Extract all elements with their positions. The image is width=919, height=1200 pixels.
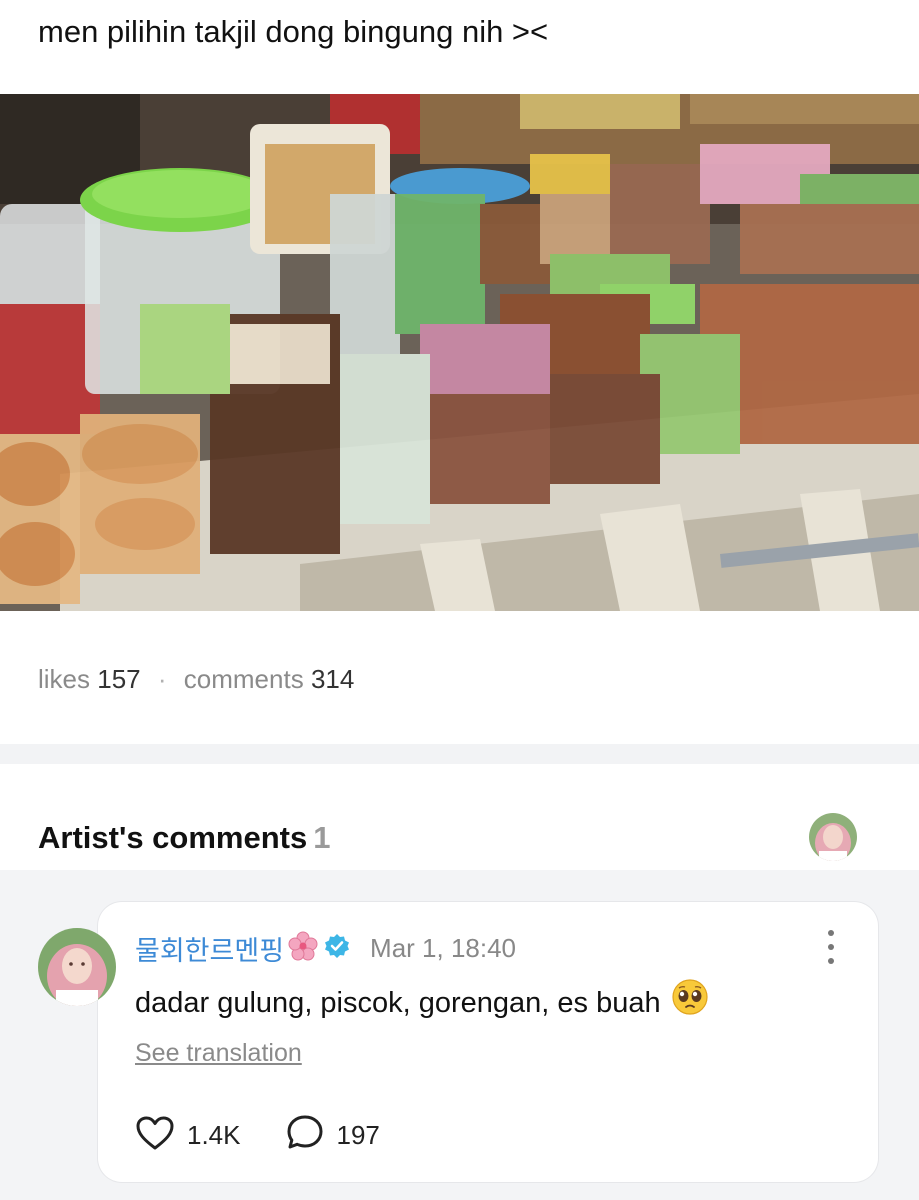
section-divider — [0, 744, 919, 764]
comments-label: comments — [183, 664, 304, 694]
comment-text: dadar gulung, piscok, gorengan, es buah — [135, 986, 661, 1019]
takjil-stall-image — [0, 94, 919, 611]
likes-label: likes — [38, 664, 91, 694]
artist-avatar-small[interactable] — [809, 813, 857, 861]
stats-separator: · — [157, 664, 167, 694]
pleading-face-emoji — [671, 978, 709, 1027]
likes-count[interactable]: 157 — [97, 664, 140, 694]
commenter-avatar[interactable] — [38, 928, 116, 1006]
reply-button[interactable]: 197 — [285, 1114, 380, 1157]
artist-comments-title: Artist's comments — [38, 820, 308, 855]
more-options-icon[interactable] — [820, 930, 842, 964]
post-stats: likes 157 · comments 314 — [38, 662, 354, 696]
comment-bubble-icon — [285, 1114, 325, 1157]
comment-body: dadar gulung, piscok, gorengan, es buah — [135, 978, 709, 1027]
heart-icon — [135, 1115, 175, 1156]
comment-actions: 1.4K 197 — [135, 1112, 380, 1158]
verified-badge-icon — [324, 933, 350, 964]
see-translation-link[interactable]: See translation — [135, 1036, 302, 1070]
reply-count: 197 — [336, 1119, 380, 1150]
comments-count[interactable]: 314 — [311, 664, 354, 694]
post-text: men pilihin takjil dong bingung nih >< — [38, 14, 549, 49]
flower-icon — [288, 931, 318, 966]
comment-header: 물회한르멘핑 Mar 1, 18:40 — [135, 928, 516, 968]
post-photo[interactable] — [0, 94, 919, 611]
like-count: 1.4K — [187, 1119, 241, 1150]
like-button[interactable]: 1.4K — [135, 1115, 241, 1156]
artist-comments-count: 1 — [313, 820, 331, 855]
comment-author[interactable]: 물회한르멘핑 — [135, 929, 284, 968]
comment-date: Mar 1, 18:40 — [370, 932, 517, 963]
artist-comments-heading: Artist's comments 1 — [38, 818, 330, 858]
